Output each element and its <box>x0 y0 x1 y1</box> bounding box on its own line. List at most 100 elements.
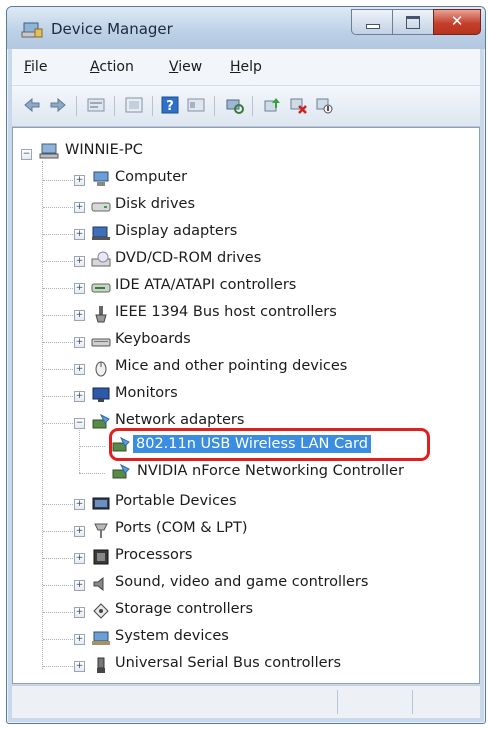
tree-category-label[interactable]: Processors <box>115 547 192 563</box>
tree-category-label[interactable]: Sound, video and game controllers <box>115 574 368 590</box>
expand-toggle[interactable]: + <box>74 499 85 510</box>
status-bar <box>12 685 480 718</box>
mouse-icon <box>95 361 107 377</box>
computer-icon <box>39 143 59 159</box>
tree-category-label[interactable]: Mice and other pointing devices <box>115 358 347 374</box>
tree-connector <box>43 639 73 640</box>
expand-toggle[interactable]: + <box>74 229 85 240</box>
close-button[interactable]: ✕ <box>433 9 481 35</box>
expand-toggle[interactable]: + <box>74 526 85 537</box>
tree-connector <box>43 585 73 586</box>
maximize-button[interactable] <box>392 9 433 35</box>
ieee1394-icon <box>95 306 107 323</box>
expand-toggle[interactable]: + <box>74 661 85 672</box>
toolbar-separator <box>152 96 153 116</box>
device-manager-icon <box>21 22 43 38</box>
tree-connector <box>43 207 73 208</box>
tree-category-label[interactable]: Monitors <box>115 385 178 401</box>
tree-item-nvidia-networking[interactable]: NVIDIA nForce Networking Controller <box>137 463 404 479</box>
toolbar-separator <box>114 96 115 116</box>
forward-arrow-icon[interactable] <box>48 95 68 115</box>
tree-category-label[interactable]: DVD/CD-ROM drives <box>115 250 261 266</box>
expand-toggle[interactable]: + <box>74 553 85 564</box>
expand-toggle[interactable]: + <box>74 256 85 267</box>
storage-controller-icon <box>93 603 109 619</box>
close-icon: ✕ <box>450 12 464 30</box>
menu-help[interactable]: Help <box>230 59 262 75</box>
tree-category-label[interactable]: Ports (COM & LPT) <box>115 520 247 536</box>
system-device-icon <box>92 631 110 645</box>
port-icon <box>94 523 108 538</box>
tree-connector <box>43 531 73 532</box>
collapse-toggle[interactable]: − <box>74 418 85 429</box>
tree-category-label[interactable]: System devices <box>115 628 229 644</box>
title-bar[interactable]: Device Manager ✕ <box>7 7 485 49</box>
device-tree[interactable]: − WINNIE-PC + Computer + Disk drives + Displa… <box>12 127 480 684</box>
usb-icon <box>97 657 105 673</box>
monitor-icon <box>92 387 110 402</box>
tree-connector <box>43 504 73 505</box>
expand-toggle[interactable]: + <box>74 364 85 375</box>
uninstall-device-icon[interactable] <box>288 95 308 115</box>
tree-category-label[interactable]: Network adapters <box>115 412 244 428</box>
toolbar: ? <box>12 86 480 127</box>
tree-connector <box>43 423 73 424</box>
processor-icon <box>93 549 109 565</box>
tree-category-label[interactable]: Portable Devices <box>115 493 237 509</box>
toolbar-separator <box>252 96 253 116</box>
expand-toggle[interactable]: + <box>74 634 85 645</box>
tree-connector <box>43 666 73 667</box>
device-view-icon[interactable] <box>186 95 206 115</box>
speaker-icon <box>93 576 104 592</box>
tree-category-label[interactable]: IEEE 1394 Bus host controllers <box>115 304 337 320</box>
tree-connector <box>79 446 105 447</box>
tree-category-label[interactable]: Storage controllers <box>115 601 253 617</box>
toolbar-separator <box>214 96 215 116</box>
expand-toggle[interactable]: + <box>74 337 85 348</box>
update-driver-icon[interactable] <box>262 95 282 115</box>
expand-toggle[interactable]: + <box>74 310 85 321</box>
properties-icon[interactable] <box>86 95 106 115</box>
computer-icon <box>93 171 109 186</box>
tree-connector <box>79 425 80 473</box>
tree-root-label[interactable]: WINNIE-PC <box>65 142 143 158</box>
expand-toggle[interactable]: + <box>74 202 85 213</box>
tree-category-label[interactable]: Display adapters <box>115 223 237 239</box>
portable-device-icon <box>92 497 110 510</box>
expand-toggle[interactable]: + <box>74 580 85 591</box>
tree-connector <box>43 234 73 235</box>
svg-text:?: ? <box>166 99 174 114</box>
tree-connector <box>43 288 73 289</box>
tree-category-label[interactable]: IDE ATA/ATAPI controllers <box>115 277 296 293</box>
tree-connector <box>43 261 73 262</box>
tree-connector <box>43 612 73 613</box>
tree-category-label[interactable]: Keyboards <box>115 331 191 347</box>
menu-file[interactable]: File <box>24 59 47 75</box>
menu-view[interactable]: View <box>169 59 202 75</box>
minimize-button[interactable] <box>351 9 392 35</box>
status-divider <box>412 690 413 714</box>
tree-category-label[interactable]: Universal Serial Bus controllers <box>115 655 341 671</box>
help-icon[interactable]: ? <box>160 95 180 115</box>
tree-connector <box>43 342 73 343</box>
show-hide-tree-icon[interactable] <box>124 95 144 115</box>
expand-toggle[interactable]: + <box>74 283 85 294</box>
status-divider <box>337 690 338 714</box>
expand-toggle[interactable]: + <box>74 607 85 618</box>
toolbar-separator <box>76 96 77 116</box>
expand-toggle[interactable]: + <box>74 391 85 402</box>
expand-toggle[interactable]: + <box>74 175 85 186</box>
tree-category-label[interactable]: Computer <box>115 169 187 185</box>
device-manager-window: Device Manager ✕ File Action View Help ? <box>6 6 486 724</box>
tree-category-label[interactable]: Disk drives <box>115 196 195 212</box>
tree-connector <box>43 315 73 316</box>
scan-hardware-icon[interactable] <box>224 95 244 115</box>
tree-connector <box>79 473 105 474</box>
disk-drive-icon <box>91 202 111 212</box>
back-arrow-icon[interactable] <box>22 95 42 115</box>
collapse-toggle[interactable]: − <box>21 149 32 160</box>
tree-connector <box>43 558 73 559</box>
disable-device-icon[interactable] <box>314 95 334 115</box>
window-title: Device Manager <box>51 20 173 38</box>
menu-action[interactable]: Action <box>90 59 134 75</box>
